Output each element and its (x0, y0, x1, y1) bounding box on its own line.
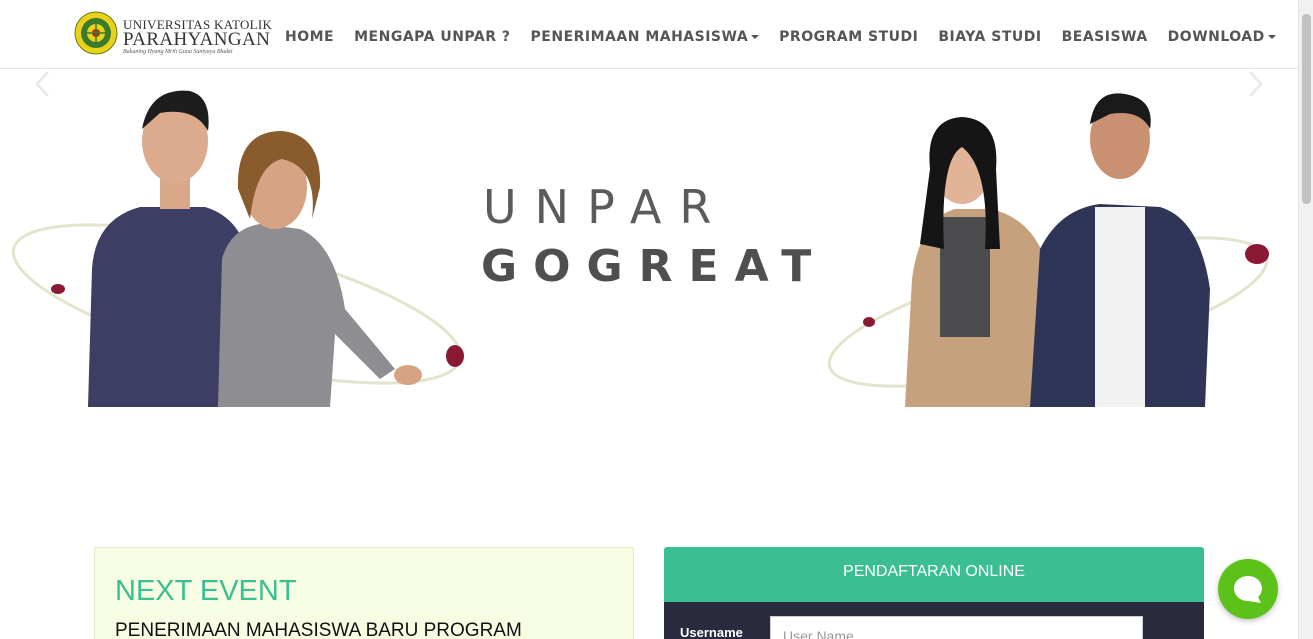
top-navbar: UNIVERSITAS KATOLIK PARAHYANGAN Bakuning… (0, 0, 1298, 69)
next-event-panel: NEXT EVENT PENERIMAAN MAHASISWA BARU PRO… (94, 547, 634, 639)
site-logo[interactable]: UNIVERSITAS KATOLIK PARAHYANGAN Bakuning… (74, 11, 272, 59)
nav-penerimaan-mahasiswa-label: PENERIMAAN MAHASISWA (530, 29, 749, 45)
main-nav: HOME MENGAPA UNPAR ? PENERIMAAN MAHASISW… (285, 29, 1296, 45)
nav-beasiswa[interactable]: BEASISWA (1062, 29, 1148, 45)
orbit-dot (51, 284, 65, 294)
nav-mengapa-unpar[interactable]: MENGAPA UNPAR ? (354, 29, 510, 45)
orbit-dot (1245, 244, 1269, 264)
student-photo-left-woman (218, 131, 422, 407)
registration-title: PENDAFTARAN ONLINE (843, 563, 1025, 580)
nav-program-studi[interactable]: PROGRAM STUDI (779, 29, 918, 45)
student-photo-right-man (1030, 93, 1210, 407)
logo-line-name: PARAHYANGAN (123, 29, 271, 50)
nav-biaya-studi[interactable]: BIAYA STUDI (938, 29, 1041, 45)
registration-header: PENDAFTARAN ONLINE (664, 547, 1204, 602)
caret-down-icon (1267, 35, 1276, 39)
nav-download-label: DOWNLOAD (1167, 29, 1265, 45)
hero-illustration (11, 90, 1269, 407)
event-subtitle[interactable]: PENERIMAAN MAHASISWA BARU PROGRAM (115, 620, 522, 639)
chevron-left-icon[interactable] (32, 69, 52, 99)
orbit-dot (446, 345, 464, 367)
page: UNIVERSITAS KATOLIK PARAHYANGAN Bakuning… (0, 0, 1313, 639)
username-input[interactable] (770, 616, 1143, 639)
nav-penerimaan-mahasiswa[interactable]: PENERIMAAN MAHASISWA (531, 29, 760, 45)
student-photo-right-woman (905, 117, 1052, 407)
registration-panel: PENDAFTARAN ONLINE Username (664, 547, 1204, 639)
hero-carousel: UNPAR GOGREAT (0, 69, 1298, 409)
chat-bubble-icon (1234, 576, 1262, 603)
university-seal-icon (74, 11, 118, 55)
hero-tagline-unpar: UNPAR (483, 180, 730, 234)
nav-mengapa-unpar-label: MENGAPA UNPAR ? (354, 29, 511, 45)
chevron-right-icon[interactable] (1246, 69, 1266, 99)
nav-home-label: HOME (285, 29, 335, 45)
nav-program-studi-label: PROGRAM STUDI (779, 29, 919, 45)
orbit-dot (863, 317, 875, 327)
page-scrollbar[interactable] (1298, 0, 1313, 639)
chat-button[interactable] (1218, 559, 1278, 619)
caret-down-icon (751, 35, 760, 39)
event-title: NEXT EVENT (115, 575, 297, 607)
nav-home[interactable]: HOME (285, 29, 334, 45)
username-label: Username (680, 625, 743, 639)
logo-motto: Bakuning Hyang Mrih Guna Santyaya Bhakti (123, 49, 233, 55)
hero-tagline-gogreat: GOGREAT (481, 241, 828, 292)
scrollbar-thumb[interactable] (1302, 14, 1311, 204)
nav-biaya-studi-label: BIAYA STUDI (938, 29, 1042, 45)
nav-beasiswa-label: BEASISWA (1061, 29, 1148, 45)
nav-download[interactable]: DOWNLOAD (1168, 29, 1276, 45)
registration-form: Username (664, 602, 1204, 639)
